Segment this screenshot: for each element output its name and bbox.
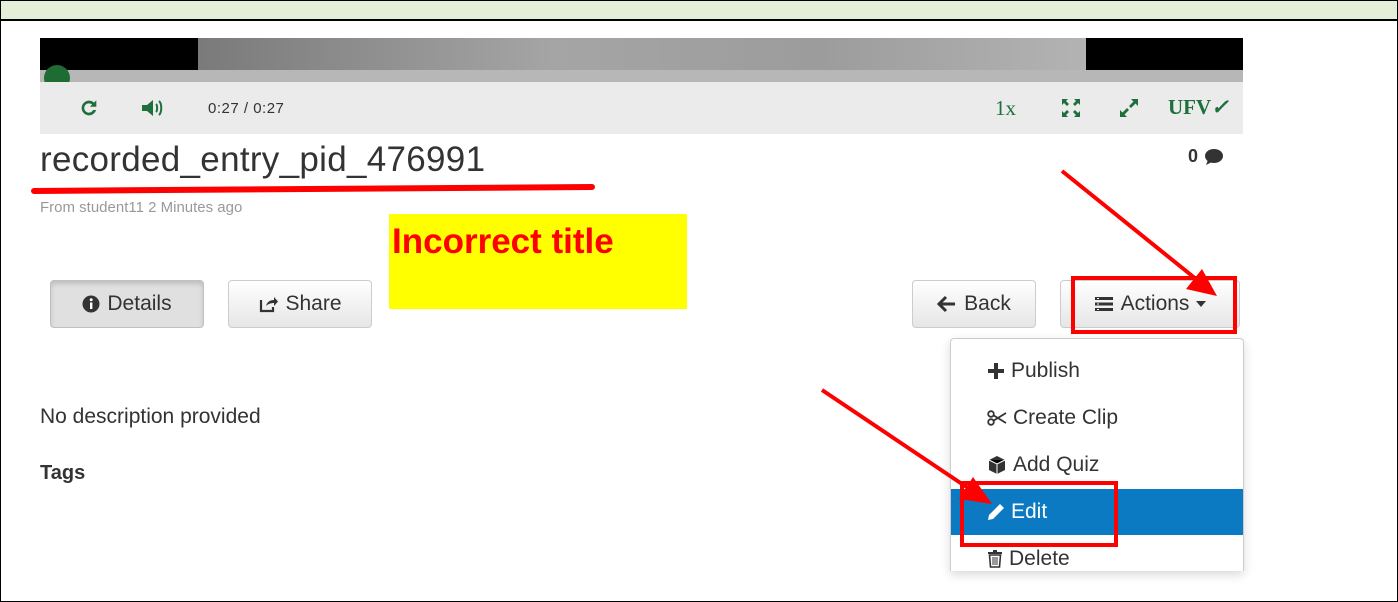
annotation-arrows [820, 169, 1217, 504]
arrow-to-actions [1060, 169, 1217, 296]
arrow-to-edit [820, 388, 992, 504]
